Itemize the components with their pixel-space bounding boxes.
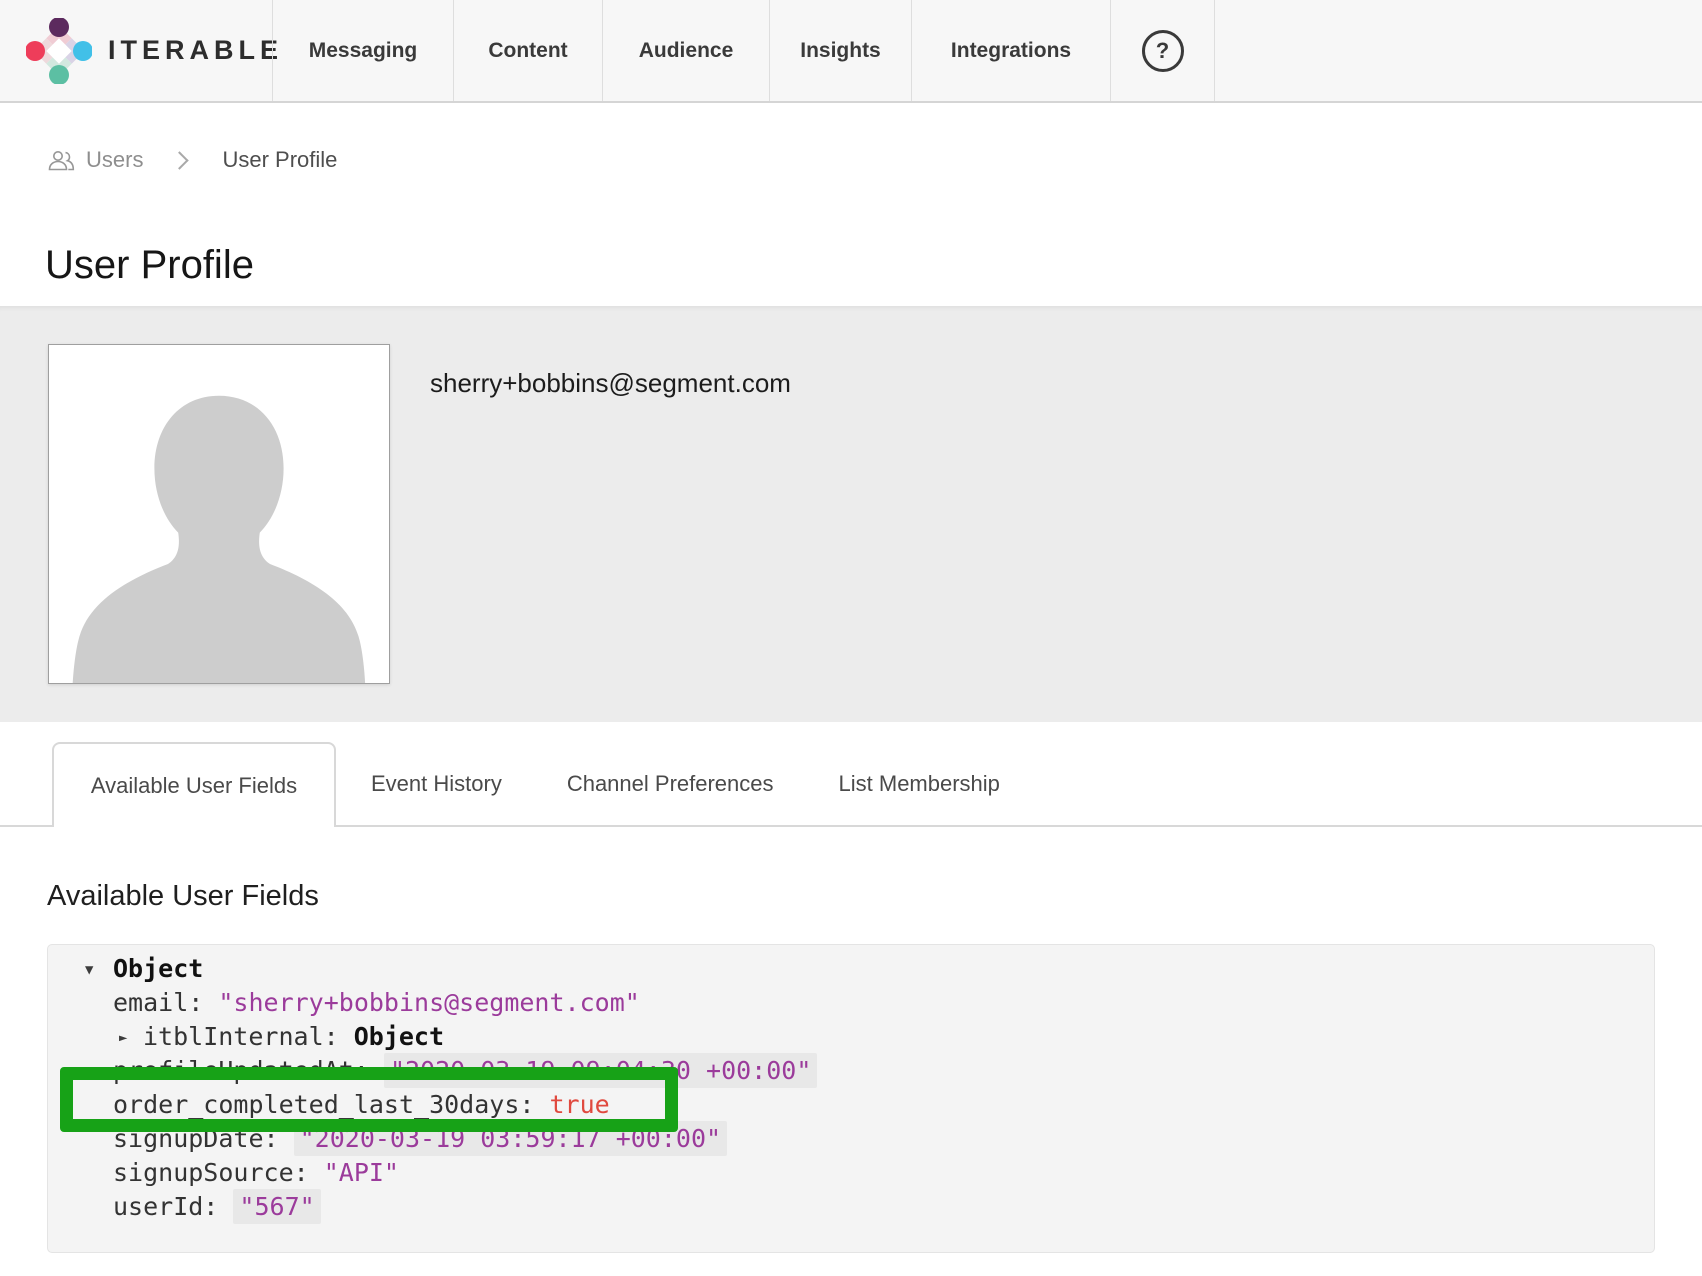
field-value: "567" [233,1189,320,1224]
avatar-silhouette-icon [49,345,389,683]
profile-tabs: Available User FieldsEvent HistoryChanne… [0,742,1702,827]
nav-item-content[interactable]: Content [453,0,602,101]
field-value: true [550,1090,610,1119]
tab-available-user-fields[interactable]: Available User Fields [52,742,336,827]
tab-channel-preferences[interactable]: Channel Preferences [537,742,804,825]
chevron-right-icon [171,151,189,169]
field-row-profileUpdatedAt: profileUpdatedAt: "2020-03-19 09:04:30 +… [48,1054,1654,1088]
user-email: sherry+bobbins@segment.com [430,368,791,399]
iterable-logo[interactable]: ITERABLE [0,0,272,101]
avatar [48,344,390,684]
breadcrumb-current: User Profile [222,147,337,173]
users-icon [47,149,77,171]
top-nav: ITERABLE MessagingContentAudienceInsight… [0,0,1702,103]
user-profile-hero: sherry+bobbins@segment.com [0,306,1702,722]
breadcrumb-users-link[interactable]: Users [47,147,143,173]
help-icon: ? [1142,30,1184,72]
field-value: "2020-03-19 09:04:30 +00:00" [384,1053,817,1088]
breadcrumb: Users User Profile [47,145,1702,175]
field-key: userId: [113,1192,233,1221]
help-button[interactable]: ? [1110,0,1215,101]
field-row-itblInternal: ►itblInternal: Object [48,1020,1654,1054]
nav-item-insights[interactable]: Insights [769,0,911,101]
field-row-signupDate: signupDate: "2020-03-19 03:59:17 +00:00" [48,1122,1654,1156]
iterable-logo-icon [26,18,92,84]
nav-item-integrations[interactable]: Integrations [911,0,1110,101]
field-row-signupSource: signupSource: "API" [48,1156,1654,1190]
field-key: order_completed_last_30days: [113,1090,550,1119]
field-value: "sherry+bobbins@segment.com" [218,988,639,1017]
field-row-email: email: "sherry+bobbins@segment.com" [48,986,1654,1020]
nav-item-audience[interactable]: Audience [602,0,769,101]
breadcrumb-users-label: Users [86,147,143,173]
field-value: "2020-03-19 03:59:17 +00:00" [294,1121,727,1156]
section-heading: Available User Fields [47,879,1702,913]
tab-list-membership[interactable]: List Membership [809,742,1030,825]
field-key: signupDate: [113,1124,294,1153]
root-object-label: Object [113,954,203,983]
field-value: Object [354,1022,444,1051]
user-fields-panel: ▼Objectemail: "sherry+bobbins@segment.co… [47,944,1655,1253]
expand-triangle-icon[interactable]: ► [119,1021,143,1055]
page-title: User Profile [45,241,1702,289]
field-key: email: [113,988,218,1017]
field-row-order_completed_last_30days: order_completed_last_30days: true [48,1088,1654,1122]
field-key: profileUpdatedAt: [113,1056,384,1085]
field-value: "API" [324,1158,399,1187]
field-row-userId: userId: "567" [48,1190,1654,1224]
brand-wordmark: ITERABLE [108,35,283,66]
tab-event-history[interactable]: Event History [341,742,532,825]
collapse-triangle-icon[interactable]: ▼ [85,953,113,987]
field-key: itblInternal: [143,1022,354,1051]
field-row-root: ▼Object [48,952,1654,986]
nav-item-messaging[interactable]: Messaging [272,0,453,101]
field-key: signupSource: [113,1158,324,1187]
